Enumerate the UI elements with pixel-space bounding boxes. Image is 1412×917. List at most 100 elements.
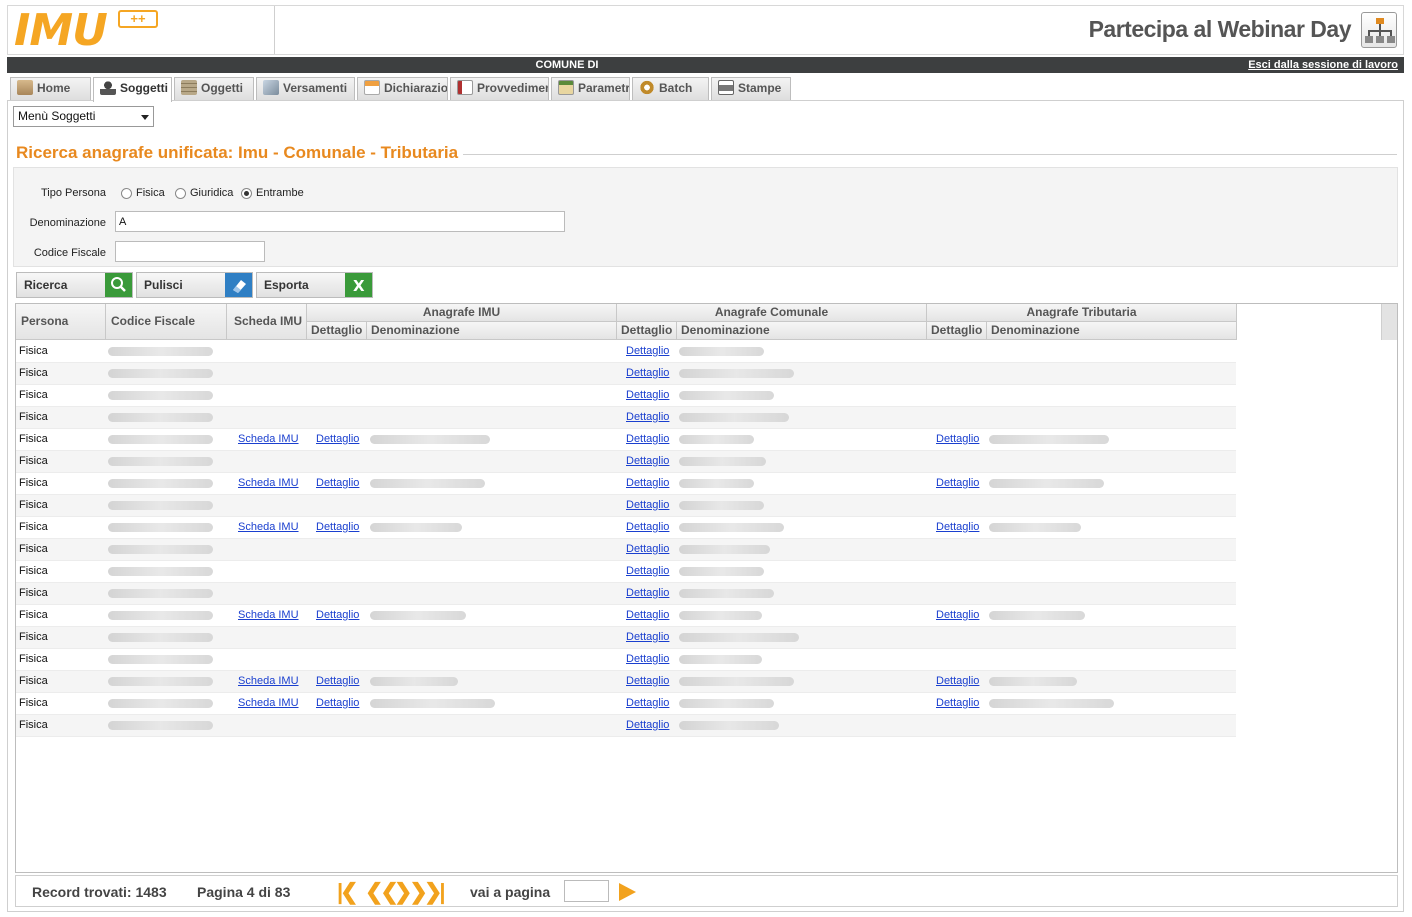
comunale-dettaglio-link[interactable]: Dettaglio [626, 539, 669, 560]
radio-giuridica[interactable]: Giuridica [175, 187, 233, 199]
tab-soggetti[interactable]: Soggetti [93, 77, 172, 102]
header-divider [274, 6, 275, 54]
header-comunale-dettaglio[interactable]: Dettaglio [617, 322, 677, 340]
comunale-denominazione-redacted [679, 545, 770, 554]
tributaria-dettaglio-link[interactable]: Dettaglio [936, 605, 979, 626]
goto-page-input[interactable] [564, 880, 609, 902]
imu-dettaglio-link[interactable]: Dettaglio [316, 429, 359, 450]
radio-fisica[interactable]: Fisica [121, 187, 165, 199]
tributaria-denominazione-redacted [989, 699, 1114, 708]
header-persona[interactable]: Persona [16, 304, 106, 340]
comunale-dettaglio-link[interactable]: Dettaglio [626, 561, 669, 582]
prev-page-icon[interactable]: ❮❮ [365, 881, 399, 903]
building-icon [181, 80, 197, 95]
persona-cell: Fisica [19, 477, 48, 489]
comunale-dettaglio-link[interactable]: Dettaglio [626, 407, 669, 428]
header-scheda-imu[interactable]: Scheda IMU [227, 304, 307, 340]
table-row: Fisica Dettaglio [16, 341, 1236, 363]
first-page-icon[interactable]: |❮ [337, 881, 359, 903]
tributaria-dettaglio-link[interactable]: Dettaglio [936, 517, 979, 538]
declaration-icon [364, 80, 380, 95]
denominazione-label: Denominazione [29, 217, 106, 229]
comunale-dettaglio-link[interactable]: Dettaglio [626, 451, 669, 472]
comunale-denominazione-redacted [679, 369, 794, 378]
comunale-dettaglio-link[interactable]: Dettaglio [626, 605, 669, 626]
comunale-dettaglio-link[interactable]: Dettaglio [626, 473, 669, 494]
table-row: Fisica Dettaglio [16, 407, 1236, 429]
codice-fiscale-redacted [108, 545, 213, 554]
last-page-icon[interactable]: ❯| [424, 881, 446, 903]
menu-soggetti-select[interactable]: Menù Soggetti [13, 106, 154, 127]
tributaria-denominazione-redacted [989, 479, 1104, 488]
comunale-dettaglio-link[interactable]: Dettaglio [626, 517, 669, 538]
comunale-dettaglio-link[interactable]: Dettaglio [626, 583, 669, 604]
scheda-imu-link[interactable]: Scheda IMU [238, 517, 299, 538]
tab-batch[interactable]: Batch [632, 77, 709, 100]
search-icon [105, 273, 132, 297]
comunale-dettaglio-link[interactable]: Dettaglio [626, 385, 669, 406]
table-row: Fisica Scheda IMU Dettaglio Dettaglio Dettag… [16, 473, 1236, 495]
table-row: Fisica Dettaglio [16, 715, 1236, 737]
comunale-dettaglio-link[interactable]: Dettaglio [626, 693, 669, 714]
imu-dettaglio-link[interactable]: Dettaglio [316, 671, 359, 692]
logout-link[interactable]: Esci dalla sessione di lavoro [1248, 57, 1398, 73]
scheda-imu-link[interactable]: Scheda IMU [238, 429, 299, 450]
comunale-dettaglio-link[interactable]: Dettaglio [626, 341, 669, 362]
comunale-dettaglio-link[interactable]: Dettaglio [626, 649, 669, 670]
codice-fiscale-redacted [108, 655, 213, 664]
tributaria-dettaglio-link[interactable]: Dettaglio [936, 473, 979, 494]
scheda-imu-link[interactable]: Scheda IMU [238, 473, 299, 494]
imu-denominazione-redacted [370, 479, 485, 488]
scheda-imu-link[interactable]: Scheda IMU [238, 693, 299, 714]
comunale-dettaglio-link[interactable]: Dettaglio [626, 429, 669, 450]
comunale-denominazione-redacted [679, 633, 799, 642]
tab-stampe[interactable]: Stampe [711, 77, 791, 100]
persona-cell: Fisica [19, 389, 48, 401]
user-icon [100, 80, 116, 95]
esporta-button[interactable]: Esporta X [256, 272, 373, 298]
comunale-dettaglio-link[interactable]: Dettaglio [626, 671, 669, 692]
tab-parametri[interactable]: Parametr [551, 77, 630, 100]
comunale-dettaglio-link[interactable]: Dettaglio [626, 495, 669, 516]
tributaria-dettaglio-link[interactable]: Dettaglio [936, 429, 979, 450]
grid-scrollbar[interactable] [1381, 304, 1397, 340]
record-count: Record trovati: 1483 [32, 884, 167, 900]
comunale-dettaglio-link[interactable]: Dettaglio [626, 363, 669, 384]
header-imu-dettaglio[interactable]: Dettaglio [307, 322, 367, 340]
persona-cell: Fisica [19, 345, 48, 357]
main-tabs: Home Soggetti Oggetti Versamenti Dichiar… [7, 75, 1404, 102]
comunale-dettaglio-link[interactable]: Dettaglio [626, 627, 669, 648]
radio-entrambe[interactable]: Entrambe [241, 187, 304, 199]
codice-fiscale-input[interactable] [115, 241, 265, 262]
tab-oggetti[interactable]: Oggetti [174, 77, 254, 100]
tributaria-dettaglio-link[interactable]: Dettaglio [936, 671, 979, 692]
ricerca-button[interactable]: Ricerca [16, 272, 133, 298]
header-tributaria-dettaglio[interactable]: Dettaglio [927, 322, 987, 340]
header-imu-denominazione[interactable]: Denominazione [367, 322, 617, 340]
webinar-banner[interactable]: Partecipa al Webinar Day [1089, 16, 1352, 43]
pulisci-button[interactable]: Pulisci [136, 272, 253, 298]
header-comunale-denominazione[interactable]: Denominazione [677, 322, 927, 340]
network-icon[interactable] [1361, 12, 1397, 48]
go-arrow-icon[interactable] [619, 883, 636, 901]
imu-denominazione-redacted [370, 435, 490, 444]
header-codice-fiscale[interactable]: Codice Fiscale [106, 304, 227, 340]
tab-versamenti[interactable]: Versamenti [256, 77, 355, 100]
imu-dettaglio-link[interactable]: Dettaglio [316, 693, 359, 714]
scheda-imu-link[interactable]: Scheda IMU [238, 605, 299, 626]
scheda-imu-link[interactable]: Scheda IMU [238, 671, 299, 692]
comunale-dettaglio-link[interactable]: Dettaglio [626, 715, 669, 736]
denominazione-input[interactable] [115, 211, 565, 232]
svg-text:X: X [353, 277, 365, 295]
header-tributaria-denominazione[interactable]: Denominazione [987, 322, 1237, 340]
imu-dettaglio-link[interactable]: Dettaglio [316, 517, 359, 538]
tributaria-dettaglio-link[interactable]: Dettaglio [936, 693, 979, 714]
imu-dettaglio-link[interactable]: Dettaglio [316, 605, 359, 626]
tab-provvedimenti[interactable]: Provvedimen [450, 77, 549, 100]
tab-dichiarazioni[interactable]: Dichiarazio [357, 77, 448, 100]
table-row: Fisica Dettaglio [16, 495, 1236, 517]
imu-dettaglio-link[interactable]: Dettaglio [316, 473, 359, 494]
next-page-icon[interactable]: ❯❯ [394, 881, 428, 903]
comunale-denominazione-redacted [679, 611, 762, 620]
tab-home[interactable]: Home [10, 77, 91, 100]
